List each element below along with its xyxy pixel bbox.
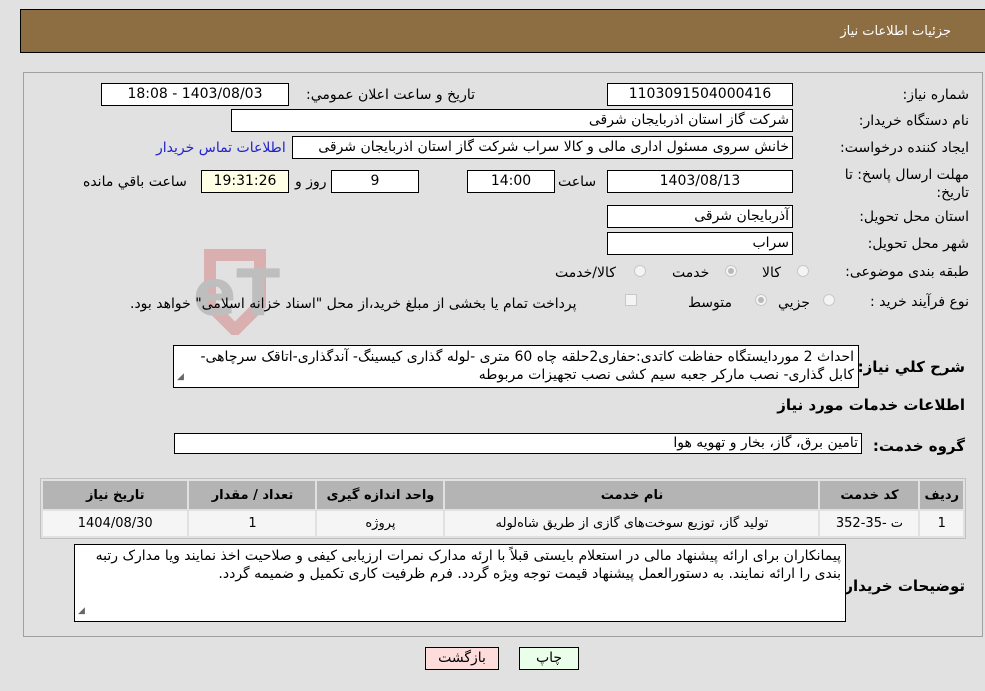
services-section-title: اطلاعات خدمات مورد نياز: [777, 396, 965, 414]
days-label: روز و: [295, 174, 327, 190]
purchase-option-medium: متوسط: [688, 295, 732, 311]
delivery-province-label: استان محل تحويل:: [859, 209, 969, 225]
table-row: 1 ت -35-352 تولید گاز، توزیع سوخت‌های گا…: [43, 511, 963, 536]
category-label: طبقه بندی موضوعی:: [845, 264, 969, 280]
deadline-date-field[interactable]: 1403/08/13: [607, 170, 793, 193]
category-option-goods-service: کالا/خدمت: [555, 265, 616, 281]
col-header-need-date: تاريخ نياز: [43, 481, 188, 509]
cell-unit: پروژه: [317, 511, 444, 536]
cell-need-date: 1404/08/30: [43, 511, 188, 536]
col-header-service-code: کد خدمت: [820, 481, 919, 509]
need-number-label: شماره نیاز:: [902, 87, 970, 103]
buyer-notes-text: پیمانکاران برای ارائه پیشنهاد مالی در اس…: [95, 548, 841, 582]
buyer-notes-label: توضيحات خريدار:: [838, 577, 965, 595]
need-number-field[interactable]: 1103091504000416: [607, 83, 793, 106]
service-group-field[interactable]: تامین برق، گاز، بخار و تهویه هوا: [174, 433, 862, 454]
category-radio-goods[interactable]: [797, 265, 809, 277]
cell-row-num: 1: [920, 511, 963, 536]
delivery-city-field[interactable]: سراب: [607, 232, 793, 255]
col-header-service-name: نام خدمت: [445, 481, 819, 509]
col-header-row-num: رديف: [920, 481, 963, 509]
buyer-org-label: نام دستگاه خريدار:: [858, 113, 969, 129]
print-button[interactable]: چاپ: [519, 647, 579, 670]
table-header-row: رديف کد خدمت نام خدمت واحد اندازه گيری ت…: [43, 481, 963, 509]
cell-service-code: ت -35-352: [820, 511, 919, 536]
cell-service-name: تولید گاز، توزیع سوخت‌های گازی از طریق ش…: [445, 511, 819, 536]
description-textarea[interactable]: احداث 2 موردایستگاه حفاظت کاتدی:حفاری2حل…: [173, 345, 859, 388]
page-title: جزئیات اطلاعات نیاز: [840, 24, 951, 39]
category-option-goods: کالا: [762, 265, 781, 281]
category-radio-goods-service[interactable]: [634, 265, 646, 277]
purchase-radio-minor[interactable]: [823, 294, 835, 306]
deadline-time-field[interactable]: 14:00: [467, 170, 555, 193]
treasury-checkbox[interactable]: [625, 294, 637, 306]
remaining-time-field: 19:31:26: [201, 170, 289, 193]
announce-datetime-label: تاريخ و ساعت اعلان عمومي:: [306, 87, 475, 103]
resize-grip-icon[interactable]: ◢: [177, 368, 184, 386]
back-button[interactable]: بازگشت: [425, 647, 499, 670]
category-radio-service[interactable]: [725, 265, 737, 277]
services-table: رديف کد خدمت نام خدمت واحد اندازه گيری ت…: [40, 478, 966, 539]
requester-field[interactable]: خانش سروی مسئول اداری مالی و کالا سراب ش…: [292, 136, 793, 159]
buyer-notes-textarea[interactable]: پیمانکاران برای ارائه پیشنهاد مالی در اس…: [74, 544, 846, 622]
description-text: احداث 2 موردایستگاه حفاظت کاتدی:حفاری2حل…: [200, 349, 854, 383]
delivery-province-field[interactable]: آذربایجان شرقی: [607, 205, 793, 228]
description-label: شرح کلي نياز:: [857, 358, 965, 376]
deadline-label: مهلت ارسال پاسخ: تا تاريخ:: [844, 167, 969, 201]
buyer-org-field[interactable]: شرکت گاز استان اذربایجان شرقی: [231, 109, 793, 132]
requester-label: ايجاد کننده درخواست:: [840, 140, 969, 156]
remaining-days-field[interactable]: 9: [331, 170, 419, 193]
col-header-unit: واحد اندازه گيری: [317, 481, 444, 509]
purchase-option-minor: جزيي: [778, 295, 810, 311]
deadline-time-label: ساعت: [558, 174, 597, 190]
remaining-time-label: ساعت باقي مانده: [83, 174, 187, 190]
col-header-quantity: تعداد / مقدار: [189, 481, 316, 509]
purchase-type-label: نوع فرآيند خريد :: [870, 294, 969, 310]
resize-grip-icon[interactable]: ◢: [78, 602, 85, 620]
treasury-checkbox-label: پرداخت تمام يا بخشی از مبلغ خريد،از محل …: [130, 296, 577, 312]
page-header: جزئیات اطلاعات نیاز: [20, 9, 985, 53]
purchase-radio-medium[interactable]: [755, 294, 767, 306]
delivery-city-label: شهر محل تحويل:: [867, 236, 969, 252]
buyer-contact-link[interactable]: اطلاعات تماس خريدار: [156, 140, 286, 156]
service-group-label: گروه خدمت:: [872, 437, 965, 455]
cell-quantity: 1: [189, 511, 316, 536]
announce-datetime-field[interactable]: 1403/08/03 - 18:08: [101, 83, 289, 106]
category-option-service: خدمت: [672, 265, 710, 281]
